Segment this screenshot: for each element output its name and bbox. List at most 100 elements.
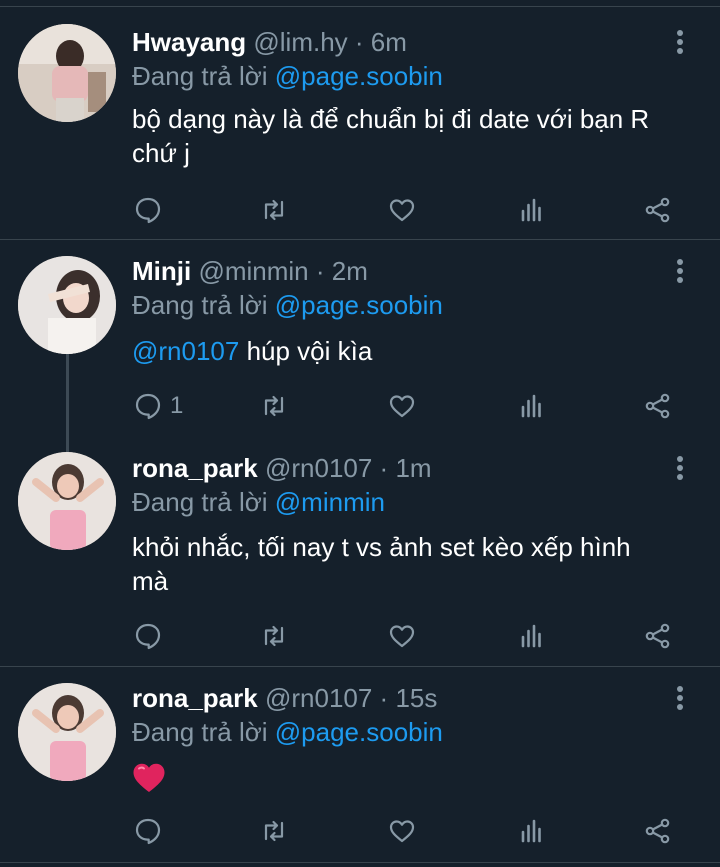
action-bar [132,192,692,228]
more-options-button[interactable] [668,682,692,714]
replying-to-label: Đang trả lời [132,61,275,91]
tweet-text: @rn0107 húp vội kìa [132,334,702,368]
heart-icon [389,625,415,648]
reply-button[interactable] [134,813,170,849]
tweet-text-line: khỏi nhắc, tối nay t vs ảnh set kèo xếp … [132,532,631,562]
replying-to: Đang trả lời @minmin [132,486,385,518]
separator: · [347,27,371,57]
like-button[interactable] [388,192,416,228]
like-button[interactable] [388,388,416,424]
comment-icon [135,393,161,420]
more-vertical-icon [677,259,683,283]
replying-to-label: Đang trả lời [132,290,275,320]
share-icon [645,393,670,419]
heart-icon [389,820,415,843]
tweet-header: rona_park @rn0107 · 1m [132,452,432,484]
replying-to-mention[interactable]: @page.soobin [275,717,443,747]
handle[interactable]: @rn0107 [265,683,372,713]
tweet-header: rona_park @rn0107 · 15s [132,682,437,714]
replying-to: Đang trả lời @page.soobin [132,716,443,748]
share-icon [645,623,670,649]
separator: · [372,683,396,713]
handle[interactable]: @lim.hy [253,27,347,57]
divider [0,6,720,7]
like-button[interactable] [388,618,416,654]
reply-feed: Hwayang @lim.hy · 6m Đang trả lời @page.… [0,0,720,867]
avatar[interactable] [18,683,116,781]
retweet-icon [264,395,284,417]
retweet-button[interactable] [260,388,288,424]
analytics-icon [521,198,541,222]
timestamp[interactable]: 15s [395,683,437,713]
thread-line [66,352,69,452]
replying-to-mention[interactable]: @page.soobin [275,61,443,91]
avatar[interactable] [18,452,116,550]
handle[interactable]: @minmin [198,256,308,286]
timestamp[interactable]: 2m [332,256,368,286]
avatar[interactable] [18,256,116,354]
analytics-button[interactable] [518,813,546,849]
separator: · [308,256,332,286]
like-button[interactable] [388,813,416,849]
replying-to-mention[interactable]: @minmin [275,487,385,517]
mention-link[interactable]: @rn0107 [132,336,239,366]
comment-icon [135,818,161,845]
timestamp[interactable]: 6m [371,27,407,57]
replying-to: Đang trả lời @page.soobin [132,60,443,92]
share-icon [645,197,670,223]
analytics-button[interactable] [518,192,546,228]
tweet-header: Minji @minmin · 2m [132,255,368,287]
share-icon [645,818,670,844]
tweet-text [132,762,702,802]
reply-count: 1 [170,392,184,419]
reply-button[interactable] [134,618,170,654]
replying-to: Đang trả lời @page.soobin [132,289,443,321]
avatar[interactable] [18,24,116,122]
divider [0,666,720,667]
analytics-button[interactable] [518,388,546,424]
retweet-icon [264,625,284,647]
analytics-icon [521,394,541,418]
heart-emoji-icon [133,763,165,792]
display-name[interactable]: Minji [132,256,191,286]
divider [0,239,720,240]
share-button[interactable] [644,388,672,424]
tweet-header: Hwayang @lim.hy · 6m [132,26,407,58]
comment-icon [135,197,161,224]
reply-button[interactable] [134,192,170,228]
tweet-text: bộ dạng này là để chuẩn bị đi date với b… [132,102,702,170]
divider [0,862,720,863]
tweet-text-line: bộ dạng này là để chuẩn bị đi date với b… [132,104,650,134]
reply-button[interactable]: 1 [134,388,183,424]
timestamp[interactable]: 1m [395,453,431,483]
analytics-icon [521,624,541,648]
more-vertical-icon [677,456,683,480]
handle[interactable]: @rn0107 [265,453,372,483]
display-name[interactable]: Hwayang [132,27,246,57]
more-options-button[interactable] [668,452,692,484]
replying-to-label: Đang trả lời [132,487,275,517]
tweet-text-span: húp vội kìa [239,336,373,366]
more-options-button[interactable] [668,255,692,287]
separator: · [372,453,396,483]
retweet-button[interactable] [260,813,288,849]
more-options-button[interactable] [668,26,692,58]
more-vertical-icon [677,30,683,54]
heart-icon [389,199,415,222]
replying-to-mention[interactable]: @page.soobin [275,290,443,320]
action-bar [132,813,692,849]
analytics-icon [521,819,541,843]
retweet-icon [264,820,284,842]
replying-to-label: Đang trả lời [132,717,275,747]
share-button[interactable] [644,618,672,654]
share-button[interactable] [644,813,672,849]
heart-icon [389,395,415,418]
retweet-button[interactable] [260,192,288,228]
analytics-button[interactable] [518,618,546,654]
display-name[interactable]: rona_park [132,453,258,483]
retweet-button[interactable] [260,618,288,654]
tweet-text: khỏi nhắc, tối nay t vs ảnh set kèo xếp … [132,530,702,598]
share-button[interactable] [644,192,672,228]
display-name[interactable]: rona_park [132,683,258,713]
action-bar [132,618,692,654]
